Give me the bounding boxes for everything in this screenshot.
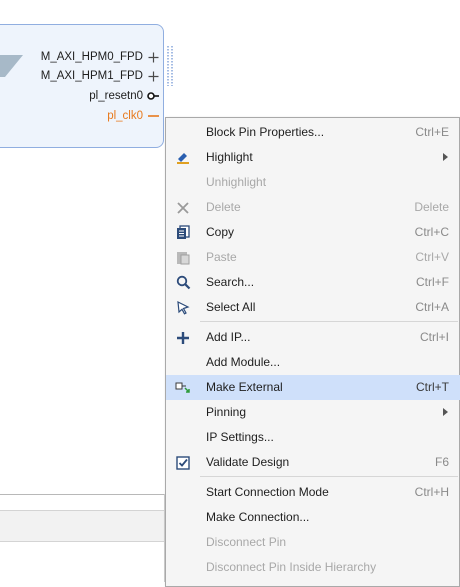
submenu-arrow-icon [443,153,448,161]
menu-item-shortcut: Ctrl+H [414,485,449,499]
menu-item-label: Unhighlight [206,175,267,189]
bottom-panel-toolbar [0,510,168,542]
context-menu: Block Pin Properties... Ctrl+E Highlight… [165,117,460,587]
menu-item-label: Delete [206,200,241,214]
menu-item-label: Highlight [206,150,253,164]
pin-row-pl-clk0[interactable]: pl_clk0 [107,108,159,124]
menu-item-label: IP Settings... [206,430,274,444]
highlight-icon [174,149,192,166]
copy-icon [174,224,192,241]
clock-pin-icon[interactable] [147,110,159,122]
menu-item-block-pin-properties[interactable]: Block Pin Properties... Ctrl+E [166,120,460,145]
pin-label: M_AXI_HPM1_FPD [40,70,143,82]
menu-item-shortcut: Ctrl+E [415,125,449,139]
validate-icon [174,454,192,471]
delete-icon [174,199,192,216]
menu-item-disconnect-pin-inside-hierarchy[interactable]: Disconnect Pin Inside Hierarchy [166,555,460,580]
menu-separator [200,476,458,477]
menu-item-label: Disconnect Pin [206,535,287,549]
menu-item-copy[interactable]: Copy Ctrl+C [166,220,460,245]
select-all-icon [174,299,192,316]
menu-item-label: Pinning [206,405,247,419]
menu-item-shortcut: F6 [434,455,449,469]
menu-item-add-ip[interactable]: Add IP... Ctrl+I [166,325,460,350]
menu-item-start-connection-mode[interactable]: Start Connection Mode Ctrl+H [166,480,460,505]
pin-label: pl_clk0 [107,110,143,122]
menu-item-paste[interactable]: Paste Ctrl+V [166,245,460,270]
menu-item-label: Add IP... [206,330,251,344]
reset-pin-icon[interactable] [147,90,159,102]
menu-item-ip-settings[interactable]: IP Settings... [166,425,460,450]
menu-item-disconnect-pin[interactable]: Disconnect Pin [166,530,460,555]
menu-item-make-external[interactable]: Make External Ctrl+T [166,375,460,400]
menu-item-highlight[interactable]: Highlight [166,145,460,170]
panel-divider [0,494,168,495]
ip-block[interactable]: M_AXI_HPM0_FPD M_AXI_HPM1_FPD pl_resetn0… [0,24,164,148]
bus-connector-icon [167,46,173,86]
add-icon [174,329,192,346]
menu-item-shortcut: Ctrl+A [415,300,449,314]
menu-item-label: Copy [206,225,235,239]
submenu-arrow-icon [443,408,448,416]
pin-label: M_AXI_HPM0_FPD [40,51,143,63]
pin-label: pl_resetn0 [89,90,143,102]
menu-item-search[interactable]: Search... Ctrl+F [166,270,460,295]
menu-item-label: Validate Design [206,455,290,469]
pin-row-m-axi-hpm0[interactable]: M_AXI_HPM0_FPD [41,49,159,65]
menu-item-shortcut: Ctrl+F [416,275,449,289]
menu-item-select-all[interactable]: Select All Ctrl+A [166,295,460,320]
menu-item-shortcut: Ctrl+T [416,380,449,394]
menu-item-label: Search... [206,275,255,289]
menu-item-add-module[interactable]: Add Module... [166,350,460,375]
plus-icon[interactable] [147,70,159,82]
pin-row-pl-resetn0[interactable]: pl_resetn0 [89,88,159,104]
menu-item-pinning[interactable]: Pinning [166,400,460,425]
menu-item-label: Select All [206,300,256,314]
menu-item-shortcut: Ctrl+I [419,330,449,344]
plus-icon[interactable] [147,51,159,63]
menu-item-make-connection[interactable]: Make Connection... [166,505,460,530]
menu-separator [200,321,458,322]
menu-item-label: Disconnect Pin Inside Hierarchy [206,560,377,574]
search-icon [174,274,192,291]
zynq-logo-icon [0,55,23,77]
menu-item-label: Make Connection... [206,510,310,524]
paste-icon [174,249,192,266]
menu-item-label: Make External [206,380,283,394]
menu-item-label: Add Module... [206,355,281,369]
menu-item-unhighlight[interactable]: Unhighlight [166,170,460,195]
menu-item-shortcut: Ctrl+V [415,250,449,264]
menu-item-label: Start Connection Mode [206,485,329,499]
menu-item-label: Block Pin Properties... [206,125,325,139]
menu-item-label: Paste [206,250,237,264]
pin-row-m-axi-hpm1[interactable]: M_AXI_HPM1_FPD [41,68,159,84]
make-external-icon [174,379,192,396]
menu-item-validate-design[interactable]: Validate Design F6 [166,450,460,475]
menu-item-shortcut: Ctrl+C [414,225,449,239]
menu-item-delete[interactable]: Delete Delete [166,195,460,220]
menu-item-shortcut: Delete [414,200,449,214]
